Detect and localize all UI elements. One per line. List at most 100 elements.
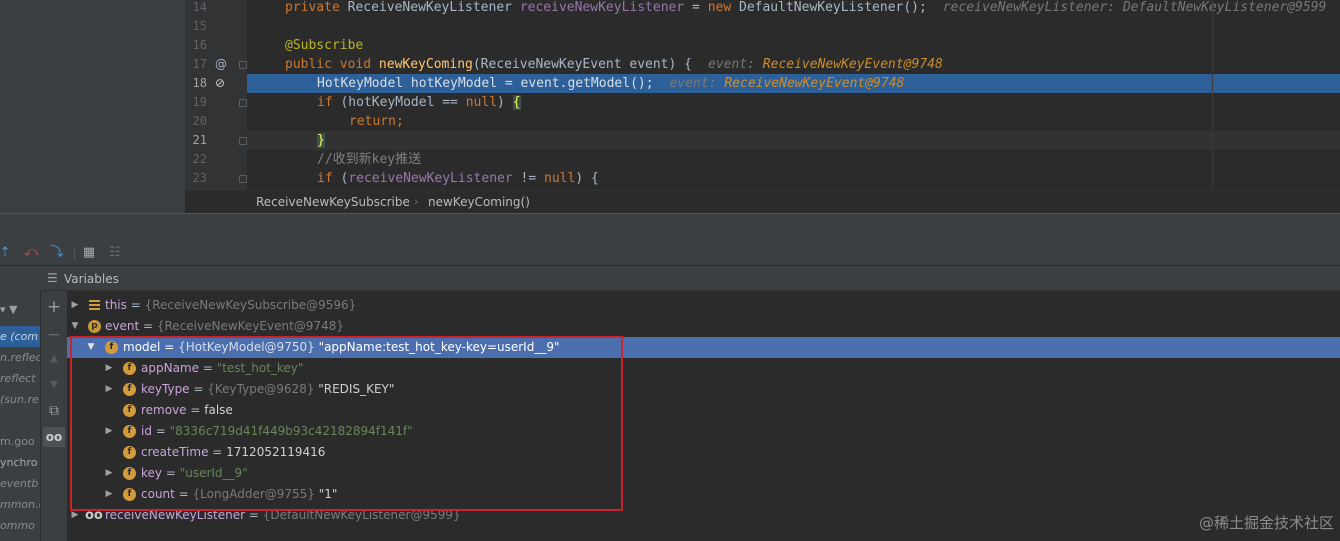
fold-toggle-icon[interactable] — [239, 175, 247, 183]
variables-menu-icon[interactable]: ☰ — [47, 271, 58, 285]
line-number: 22 — [192, 152, 207, 166]
matched-brace: } — [317, 133, 325, 148]
frame-item[interactable]: (sun.re — [0, 389, 40, 410]
variable-row[interactable]: ▶ f count = {LongAdder@9755} "1" — [67, 484, 1340, 505]
frame-item[interactable]: mmon.u — [0, 494, 40, 515]
variable-row[interactable]: f createTime = 1712052119416 — [67, 442, 1340, 463]
fold-toggle-icon[interactable] — [239, 137, 247, 145]
frame-item[interactable]: reflect — [0, 368, 40, 389]
move-up-icon[interactable]: ▲ — [43, 349, 65, 369]
field-icon: f — [123, 446, 136, 459]
frame-item[interactable]: m.goo — [0, 431, 40, 452]
debug-toolbar: ⇡ ⤺ ⤵ ▦ ☷ — [0, 240, 1340, 266]
panel-splitter[interactable] — [0, 213, 1340, 240]
type-name: ReceiveNewKeyListener — [347, 0, 512, 15]
line-number: 21 — [192, 133, 207, 147]
frame-item[interactable]: e (com — [0, 326, 40, 347]
variable-entry: remove = false — [141, 403, 233, 417]
variable-row[interactable]: ▶ f keyType = {KeyType@9628} "REDIS_KEY" — [67, 379, 1340, 400]
frame-item[interactable]: n.reflec — [0, 347, 40, 368]
watch-glasses-icon: oo — [85, 508, 103, 523]
matched-brace: { — [512, 95, 521, 110]
remove-watch-icon[interactable]: − — [43, 325, 65, 345]
toolbar-divider — [74, 246, 75, 260]
variable-entry: this = {ReceiveNewKeySubscribe@9596} — [105, 298, 357, 312]
breadcrumb-method[interactable]: newKeyComing() — [428, 195, 530, 209]
breadcrumb-class[interactable]: ReceiveNewKeySubscribe — [256, 195, 410, 209]
expand-arrow-icon[interactable]: ▶ — [70, 295, 80, 316]
line-number: 23 — [192, 171, 207, 185]
variable-row-selected[interactable]: ▼ f model = {HotKeyModel@9750} "appName:… — [67, 337, 1340, 358]
frame-item[interactable]: ynchro — [0, 452, 40, 473]
override-marker-icon[interactable]: @ — [215, 55, 227, 74]
code-text: ( — [332, 171, 349, 186]
gutter-line-16: 16 — [185, 36, 247, 55]
gutter-line-21: 21 — [185, 131, 247, 150]
expand-arrow-icon[interactable]: ▶ — [104, 379, 114, 400]
line-number: 16 — [192, 38, 207, 52]
drop-frame-icon[interactable]: ⤺ — [22, 244, 40, 262]
collapse-arrow-icon[interactable]: ▼ — [70, 316, 80, 337]
expand-arrow-icon[interactable]: ▶ — [70, 505, 80, 526]
trace-icon[interactable]: ☷ — [106, 244, 124, 262]
evaluate-table-icon[interactable]: ▦ — [80, 244, 98, 262]
gutter-line-22: 22 — [185, 150, 247, 169]
operator: != — [512, 171, 544, 186]
field-icon: f — [123, 467, 136, 480]
variables-header: ☰ Variables — [40, 266, 1340, 291]
variable-row[interactable]: f remove = false — [67, 400, 1340, 421]
run-to-cursor-icon[interactable]: ⤵ — [48, 244, 66, 262]
variable-entry: key = "userId__9" — [141, 466, 248, 480]
new-watch-icon[interactable]: + — [43, 297, 65, 317]
muted-breakpoint-icon[interactable]: ⊘ — [215, 74, 225, 93]
expand-arrow-icon[interactable]: ▶ — [104, 484, 114, 505]
code-line-17: public void newKeyComing(ReceiveNewKeyEv… — [247, 55, 1340, 74]
expand-arrow-icon[interactable]: ▶ — [104, 463, 114, 484]
watermark: @稀土掘金技术社区 — [1198, 514, 1334, 532]
code-text: ) { — [575, 171, 599, 186]
gutter-line-14: 14 — [185, 0, 247, 17]
editor-gutter[interactable]: 14 15 16 17 @ 18 ⊘ 19 20 21 22 23 — [185, 0, 247, 190]
fold-toggle-icon[interactable] — [239, 99, 247, 107]
code-area[interactable]: private ReceiveNewKeyListener receiveNew… — [247, 0, 1340, 190]
collapse-arrow-icon[interactable]: ▼ — [86, 337, 96, 358]
keyword: new — [707, 0, 732, 15]
show-watches-icon[interactable]: oo — [43, 427, 65, 447]
variable-row[interactable]: ▶ f id = "8336c719d41f449b93c42182894f14… — [67, 421, 1340, 442]
code-text: DefaultNewKeyListener(); — [731, 0, 927, 15]
frame-item[interactable]: eventb — [0, 473, 40, 494]
variables-tree[interactable]: ▶ this = {ReceiveNewKeySubscribe@9596} ▼… — [67, 291, 1340, 541]
gutter-line-17: 17 @ — [185, 55, 247, 74]
variable-entry: keyType = {KeyType@9628} "REDIS_KEY" — [141, 382, 395, 396]
variable-row[interactable]: ▼ p event = {ReceiveNewKeyEvent@9748} — [67, 316, 1340, 337]
keyword: return — [349, 114, 396, 129]
keyword: private — [285, 0, 340, 15]
fold-toggle-icon[interactable] — [239, 61, 247, 69]
method-name: newKeyComing — [378, 57, 473, 72]
code-line-21: } — [247, 131, 1340, 150]
step-out-icon[interactable]: ⇡ — [0, 244, 14, 262]
variables-title: Variables — [64, 272, 119, 286]
expand-arrow-icon[interactable]: ▶ — [104, 421, 114, 442]
expand-arrow-icon[interactable]: ▶ — [104, 358, 114, 379]
line-number: 19 — [192, 95, 207, 109]
inline-debug-hint: event: ReceiveNewKeyEvent@9748 — [669, 76, 905, 91]
code-line-23: if (receiveNewKeyListener != null) { — [247, 169, 1340, 188]
keyword: null — [544, 171, 576, 186]
variable-row[interactable]: ▶ this = {ReceiveNewKeySubscribe@9596} — [67, 295, 1340, 316]
variable-row[interactable]: ▶ f key = "userId__9" — [67, 463, 1340, 484]
comment: //收到新key推送 — [317, 152, 422, 167]
frame-filter-icon[interactable]: ▾ ▼ — [0, 299, 40, 320]
code-text: HotKeyModel hotKeyModel = event.getModel… — [317, 76, 654, 91]
variable-row[interactable]: ▶ f appName = "test_hot_key" — [67, 358, 1340, 379]
code-line-22: //收到新key推送 — [247, 150, 1340, 169]
move-down-icon[interactable]: ▼ — [43, 375, 65, 395]
object-icon — [89, 300, 100, 311]
frames-panel: ▾ ▼ e (com n.reflec reflect (sun.re m.go… — [0, 266, 40, 541]
copy-icon[interactable]: ⧉ — [43, 401, 65, 421]
variable-entry: model = {HotKeyModel@9750} "appName:test… — [123, 340, 560, 354]
frame-item[interactable]: ommo — [0, 515, 40, 536]
gutter-line-23: 23 — [185, 169, 247, 188]
variable-row[interactable]: ▶ oo receiveNewKeyListener = {DefaultNew… — [67, 505, 1340, 526]
keyword: if — [317, 171, 333, 186]
